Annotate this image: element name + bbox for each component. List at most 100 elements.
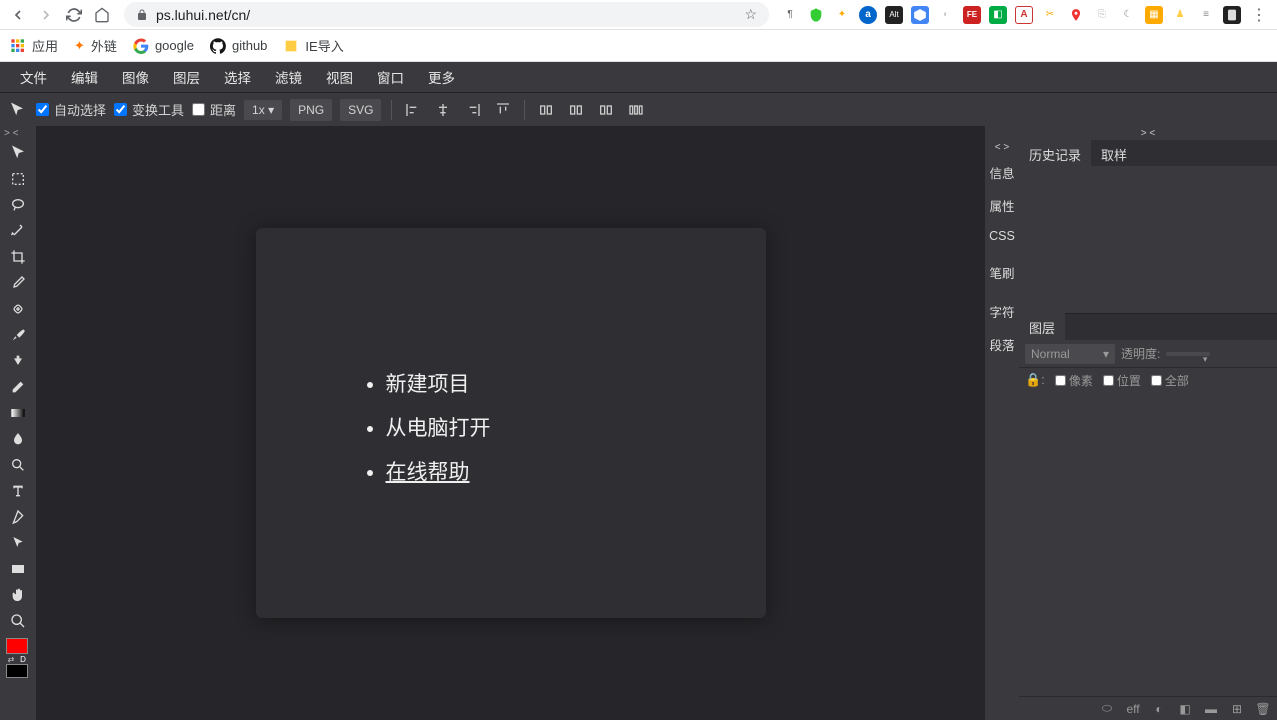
move-tool[interactable] <box>4 140 32 166</box>
hand-tool[interactable] <box>4 582 32 608</box>
ext-icon[interactable]: ◐ <box>937 6 955 24</box>
ext-icon[interactable] <box>807 6 825 24</box>
tab-sample[interactable]: 取样 <box>1091 140 1137 166</box>
side-tab-brush[interactable]: 笔刷 <box>985 256 1019 289</box>
ext-icon[interactable]: ▦ <box>1145 6 1163 24</box>
menu-window[interactable]: 窗口 <box>365 61 416 93</box>
auto-select-checkbox[interactable]: 自动选择 <box>36 100 106 119</box>
bookmark-external[interactable]: ✦ 外链 <box>74 36 117 55</box>
lock-all-checkbox[interactable]: 全部 <box>1151 372 1189 389</box>
ext-icon[interactable]: ✦ <box>833 6 851 24</box>
lasso-tool[interactable] <box>4 192 32 218</box>
clone-tool[interactable] <box>4 348 32 374</box>
distribute-icon[interactable] <box>625 99 647 121</box>
address-bar[interactable]: ps.luhui.net/cn/ ☆ <box>124 2 769 27</box>
side-tab-info[interactable]: 信息 <box>985 156 1019 189</box>
ext-icon[interactable]: ¶ <box>781 6 799 24</box>
menu-select[interactable]: 选择 <box>212 61 263 93</box>
new-layer-icon[interactable]: ⊞ <box>1229 701 1245 717</box>
blend-mode-select[interactable]: Normal▾ <box>1025 344 1115 364</box>
bookmark-github[interactable]: github <box>210 38 267 54</box>
menu-file[interactable]: 文件 <box>8 61 59 93</box>
side-tab-properties[interactable]: 属性 <box>985 189 1019 222</box>
align-center-h-icon[interactable] <box>432 99 454 121</box>
ext-icon[interactable]: ✂ <box>1041 6 1059 24</box>
bookmark-ie-import[interactable]: IE导入 <box>283 36 343 55</box>
menu-view[interactable]: 视图 <box>314 61 365 93</box>
ext-icon[interactable]: ☾ <box>1119 6 1137 24</box>
reload-button[interactable] <box>64 5 84 25</box>
crop-tool[interactable] <box>4 244 32 270</box>
ext-icon[interactable]: FE <box>963 6 981 24</box>
side-tab-character[interactable]: 字符 <box>985 295 1019 328</box>
color-swatches[interactable]: ⇄D <box>4 638 32 678</box>
distribute-icon[interactable] <box>595 99 617 121</box>
wand-tool[interactable] <box>4 218 32 244</box>
type-tool[interactable] <box>4 478 32 504</box>
ext-icon[interactable]: ≡ <box>1197 6 1215 24</box>
zoom-tool[interactable] <box>4 608 32 634</box>
ext-icon[interactable]: ◧ <box>989 6 1007 24</box>
folder-icon[interactable]: ▬ <box>1203 701 1219 717</box>
delete-icon[interactable]: 🗑 <box>1255 701 1271 717</box>
menu-more[interactable]: 更多 <box>416 61 467 93</box>
open-from-computer-link[interactable]: 从电脑打开 <box>386 412 666 442</box>
tab-layers[interactable]: 图层 <box>1019 313 1065 342</box>
mask-icon[interactable]: ◐ <box>1151 701 1167 717</box>
gradient-tool[interactable] <box>4 400 32 426</box>
marquee-tool[interactable] <box>4 166 32 192</box>
new-project-link[interactable]: 新建项目 <box>386 368 666 398</box>
brush-tool[interactable] <box>4 322 32 348</box>
collapse-icon[interactable]: > < <box>1019 126 1277 140</box>
online-help-link[interactable]: 在线帮助 <box>386 456 666 486</box>
ext-icon[interactable] <box>1067 6 1085 24</box>
ext-icon[interactable]: ♟ <box>1171 6 1189 24</box>
svg-button[interactable]: SVG <box>340 99 381 121</box>
distribute-icon[interactable] <box>535 99 557 121</box>
png-button[interactable]: PNG <box>290 99 332 121</box>
blur-tool[interactable] <box>4 426 32 452</box>
link-icon[interactable]: ⬭ <box>1099 701 1115 717</box>
rectangle-tool[interactable] <box>4 556 32 582</box>
ext-icon[interactable]: Alt <box>885 6 903 24</box>
effects-icon[interactable]: eff <box>1125 701 1141 717</box>
toolbox-collapse[interactable]: > < <box>0 128 36 140</box>
adjustment-icon[interactable]: ◧ <box>1177 701 1193 717</box>
lock-pixel-checkbox[interactable]: 像素 <box>1055 372 1093 389</box>
home-button[interactable] <box>92 5 112 25</box>
ext-icon[interactable]: ⎘ <box>1093 6 1111 24</box>
path-select-tool[interactable] <box>4 530 32 556</box>
menu-layer[interactable]: 图层 <box>161 61 212 93</box>
side-tab-css[interactable]: CSS <box>985 222 1019 250</box>
align-right-icon[interactable] <box>462 99 484 121</box>
pen-tool[interactable] <box>4 504 32 530</box>
menu-filter[interactable]: 滤镜 <box>263 61 314 93</box>
back-button[interactable] <box>8 5 28 25</box>
ext-icon[interactable] <box>1223 6 1241 24</box>
distribute-icon[interactable] <box>565 99 587 121</box>
menu-image[interactable]: 图像 <box>110 61 161 93</box>
eraser-tool[interactable] <box>4 374 32 400</box>
forward-button[interactable] <box>36 5 56 25</box>
dodge-tool[interactable] <box>4 452 32 478</box>
healing-tool[interactable] <box>4 296 32 322</box>
bookmark-google[interactable]: google <box>133 38 194 54</box>
distance-checkbox[interactable]: 距离 <box>192 100 236 119</box>
menu-button[interactable]: ⋮ <box>1249 5 1269 25</box>
bookmark-apps[interactable]: 应用 <box>10 36 58 55</box>
opacity-input[interactable] <box>1166 352 1210 356</box>
lock-position-checkbox[interactable]: 位置 <box>1103 372 1141 389</box>
transform-checkbox[interactable]: 变换工具 <box>114 100 184 119</box>
background-color[interactable] <box>6 664 28 678</box>
align-left-icon[interactable] <box>402 99 424 121</box>
menu-edit[interactable]: 编辑 <box>59 61 110 93</box>
side-tab-paragraph[interactable]: 段落 <box>985 328 1019 361</box>
eyedropper-tool[interactable] <box>4 270 32 296</box>
align-top-icon[interactable] <box>492 99 514 121</box>
tab-history[interactable]: 历史记录 <box>1019 140 1091 166</box>
zoom-select[interactable]: 1x ▾ <box>244 100 282 120</box>
ext-icon[interactable] <box>911 6 929 24</box>
ext-icon[interactable]: A <box>1015 6 1033 24</box>
ext-icon[interactable]: a <box>859 6 877 24</box>
foreground-color[interactable] <box>6 638 28 654</box>
